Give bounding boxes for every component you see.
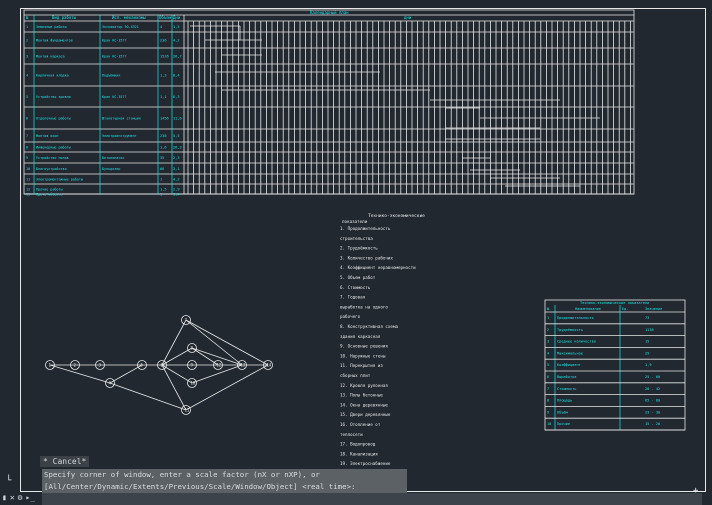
drawing-frame <box>20 8 706 492</box>
command-prompt-line-1: Specify corner of window, enter a scale … <box>42 469 407 481</box>
ucs-icon: └ <box>6 476 12 486</box>
close-icon[interactable]: ✕ <box>10 493 15 502</box>
wrench-icon[interactable]: ⚙ <box>18 493 23 502</box>
command-history: * Cancel* <box>40 456 90 467</box>
command-bar-controls: ▮ ✕ ⚙ ▸_ <box>0 489 40 505</box>
command-prompt-line-2: [All/Center/Dynamic/Extents/Previous/Sca… <box>42 481 407 493</box>
grip-icon[interactable]: ▮ <box>2 493 7 502</box>
prompt-icon: ▸_ <box>25 492 36 502</box>
crosshair-icon: + <box>693 486 699 496</box>
command-input[interactable] <box>42 493 702 505</box>
